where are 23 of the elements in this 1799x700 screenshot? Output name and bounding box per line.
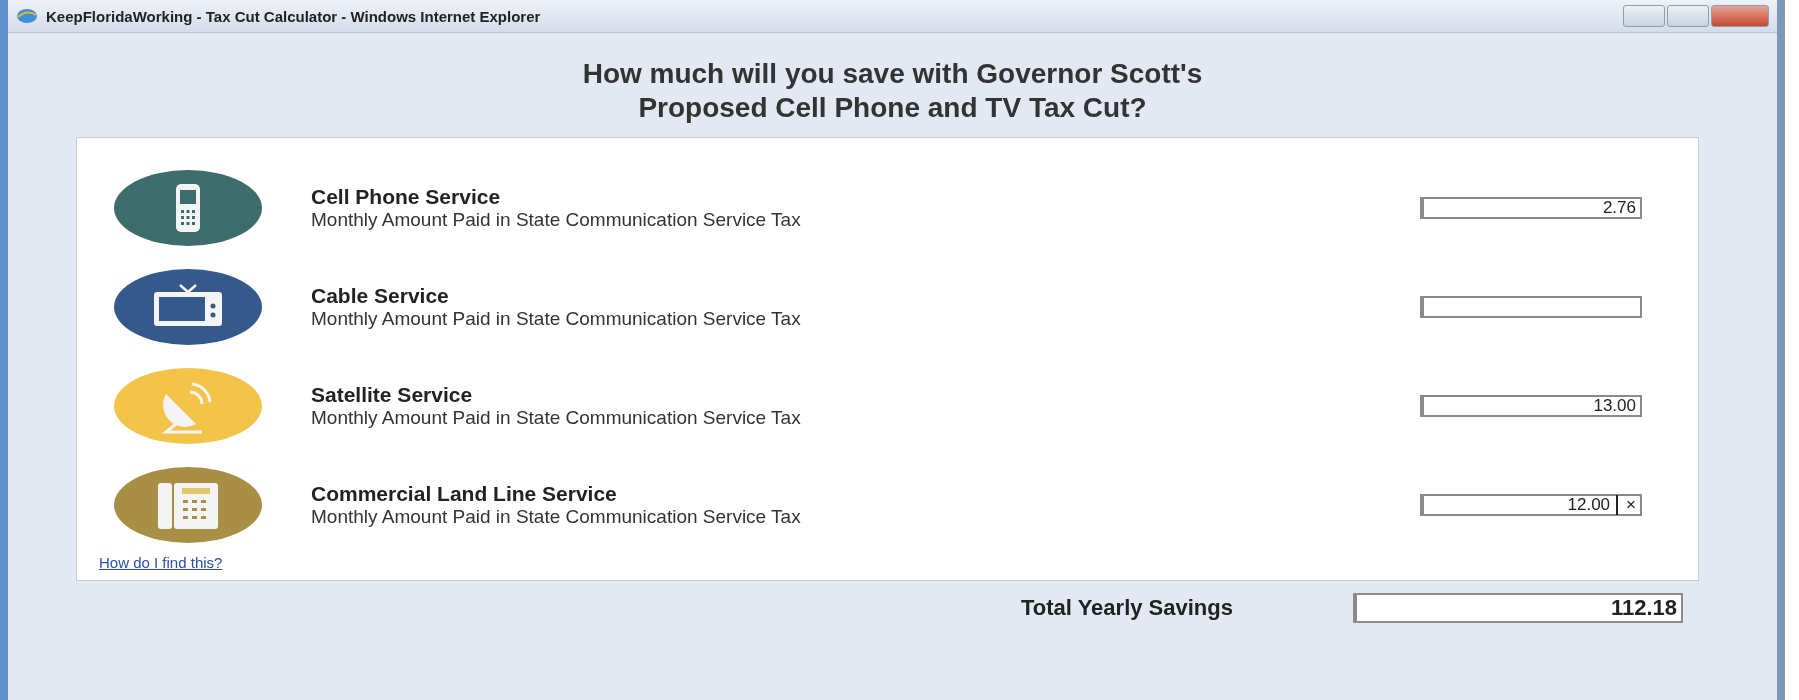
service-description: Monthly Amount Paid in State Communication Service Tax <box>311 307 802 330</box>
amount-field[interactable] <box>1420 295 1642 318</box>
service-description: Monthly Amount Paid in State Communication Service Tax <box>311 406 802 429</box>
maximize-button[interactable] <box>1667 5 1709 27</box>
service-description: Monthly Amount Paid in State Communication Service Tax <box>311 505 802 528</box>
service-name: Cable Service <box>311 283 450 308</box>
service-name: Satellite Service <box>311 382 474 407</box>
minimize-button[interactable] <box>1623 5 1665 27</box>
clear-button[interactable]: × <box>1616 494 1636 515</box>
page-heading: How much will you save with Governor Scott's <box>581 57 1204 91</box>
close-button[interactable] <box>1711 5 1769 27</box>
service-name: Cell Phone Service <box>311 184 502 209</box>
service-description: Monthly Amount Paid in State Communication Service Tax <box>311 208 802 231</box>
browser-icon <box>16 7 38 25</box>
amount-field[interactable]: 12.00 × <box>1420 493 1642 516</box>
service-name: Commercial Land Line Service <box>311 481 618 506</box>
help-link[interactable]: How do I find this? <box>99 554 223 571</box>
window-title: KeepFloridaWorking - Tax Cut Calculator - Windows Internet Explorer <box>46 7 541 25</box>
page-heading: Proposed Cell Phone and TV Tax Cut? <box>637 91 1148 125</box>
total-field: 112.18 <box>1353 593 1683 623</box>
total-label: Total Yearly Savings <box>1021 595 1233 621</box>
amount-field[interactable]: 13.00 <box>1420 394 1642 417</box>
amount-field[interactable]: 2.76 <box>1420 196 1642 219</box>
